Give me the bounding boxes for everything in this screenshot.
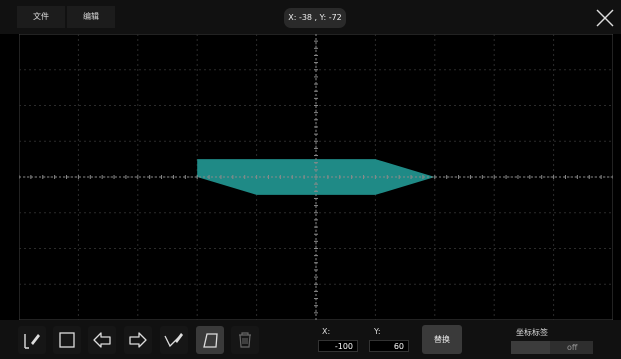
rectangle-icon <box>59 332 75 348</box>
toggle-knob <box>511 341 550 354</box>
erase-pen-icon <box>164 333 183 348</box>
toggle-state: off <box>567 343 578 352</box>
undo-button[interactable] <box>88 326 116 354</box>
delete-button[interactable] <box>231 326 259 354</box>
y-value-field[interactable]: 60 <box>369 340 409 352</box>
grid <box>18 33 614 321</box>
replace-button[interactable]: 替换 <box>422 325 462 354</box>
rectangle-tool[interactable] <box>53 326 81 354</box>
bottom-toolbar: X: -100 Y: 60 替换 坐标标签 off <box>0 320 621 359</box>
undo-icon <box>93 332 111 348</box>
menu-file[interactable]: 文件 <box>17 6 65 28</box>
redo-icon <box>129 332 147 348</box>
y-label: Y: <box>374 327 381 336</box>
close-button[interactable] <box>594 7 616 29</box>
erase-pen-tool[interactable] <box>160 326 188 354</box>
trash-icon <box>239 332 251 348</box>
coordinate-label-toggle[interactable]: off <box>511 341 593 354</box>
polygon-tool[interactable] <box>196 326 224 354</box>
x-label: X: <box>322 327 331 336</box>
redo-button[interactable] <box>124 326 152 354</box>
x-value-field[interactable]: -100 <box>318 340 358 352</box>
draw-pen-tool[interactable] <box>18 326 46 354</box>
cursor-coordinate-readout: X: -38 , Y: -72 <box>284 8 346 28</box>
polygon-icon <box>203 333 218 348</box>
menu-edit[interactable]: 编辑 <box>67 6 115 28</box>
draw-pen-icon <box>24 334 40 349</box>
coordinate-label-title: 坐标标签 <box>516 328 548 337</box>
close-icon <box>596 9 614 27</box>
top-bar: 文件 编辑 X: -38 , Y: -72 <box>0 0 621 34</box>
drawing-canvas[interactable] <box>18 33 614 321</box>
